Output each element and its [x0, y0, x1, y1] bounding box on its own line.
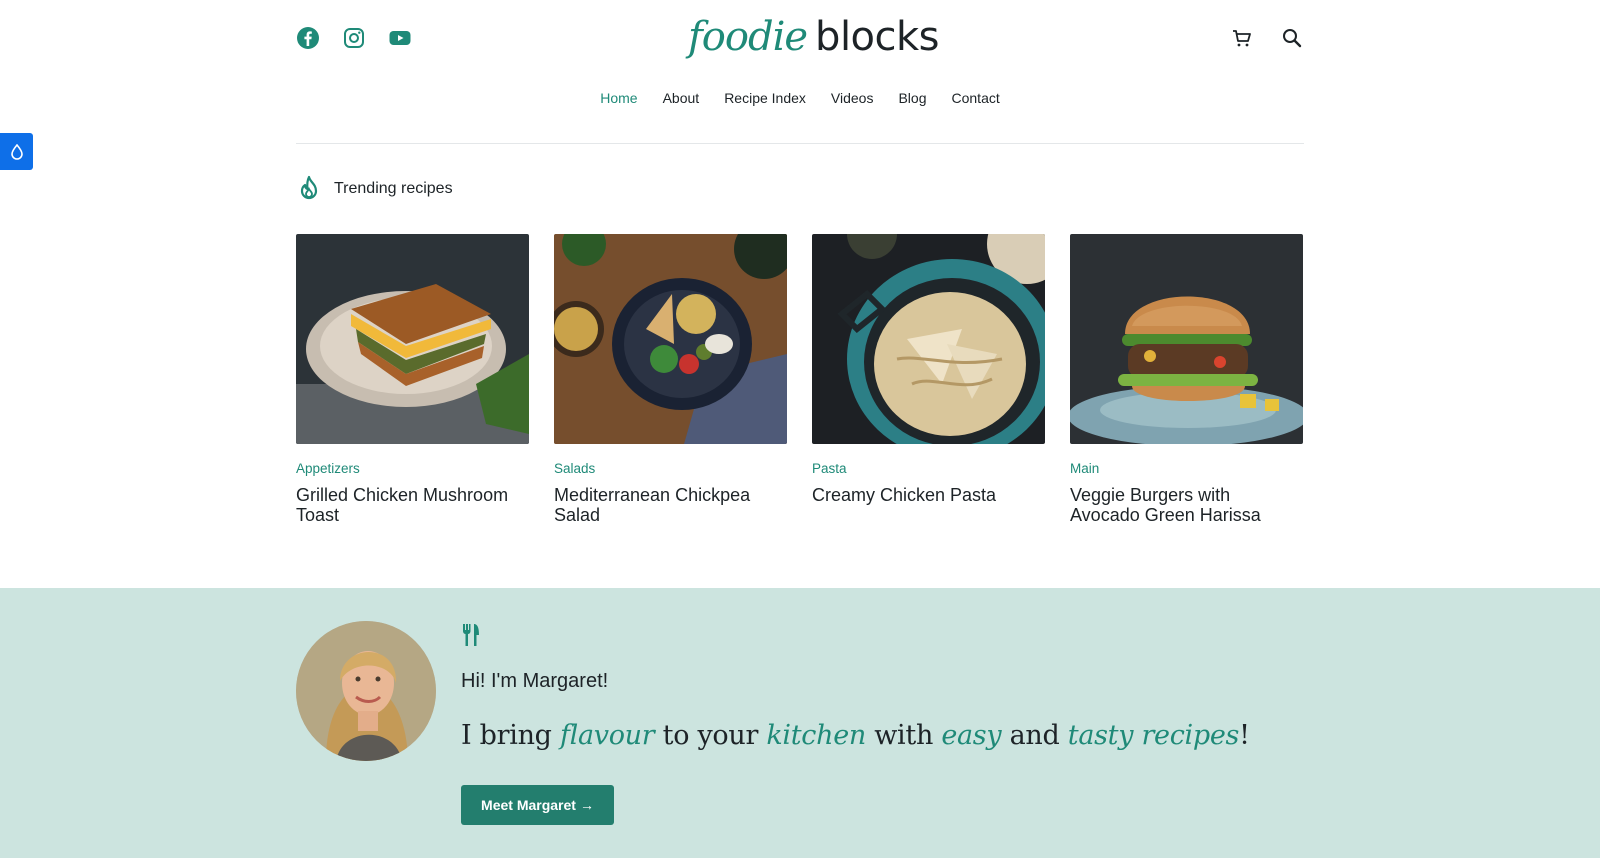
- recipe-category[interactable]: Pasta: [812, 461, 1045, 476]
- recipe-title[interactable]: Grilled Chicken Mushroom Toast: [296, 485, 529, 525]
- about-content: Hi! I'm Margaret! I bring flavour to you…: [296, 588, 1304, 858]
- greeting: Hi! I'm Margaret!: [461, 670, 609, 692]
- tagline-text: !: [1239, 720, 1250, 751]
- tagline-highlight: tasty recipes: [1067, 720, 1240, 751]
- recipe-title[interactable]: Mediterranean Chickpea Salad: [554, 485, 787, 525]
- tagline-highlight: easy: [941, 720, 1002, 751]
- tagline-text: with: [865, 720, 942, 751]
- recipe-category[interactable]: Salads: [554, 461, 787, 476]
- floating-side-tab[interactable]: [0, 133, 33, 170]
- tagline-text: and: [1001, 720, 1068, 751]
- tagline: I bring flavour to your kitchen with eas…: [461, 720, 1250, 751]
- about-band: Hi! I'm Margaret! I bring flavour to you…: [0, 588, 1600, 858]
- recipe-cards: Appetizers Grilled Chicken Mushroom Toas…: [296, 234, 1303, 525]
- fork-knife-icon: [462, 624, 479, 646]
- droplet-icon: [10, 143, 23, 160]
- recipe-title[interactable]: Creamy Chicken Pasta: [812, 485, 1045, 505]
- recipe-category[interactable]: Appetizers: [296, 461, 529, 476]
- tagline-text: to your: [654, 720, 767, 751]
- trending-title: Trending recipes: [334, 180, 453, 197]
- arrow-right-icon: →: [579, 797, 594, 813]
- veggie-burger-photo[interactable]: [1070, 234, 1303, 444]
- flame-icon: [300, 175, 318, 200]
- recipe-card[interactable]: Salads Mediterranean Chickpea Salad: [554, 234, 787, 525]
- meet-margaret-button[interactable]: Meet Margaret →: [461, 785, 614, 825]
- recipe-title[interactable]: Veggie Burgers with Avocado Green Hariss…: [1070, 485, 1303, 525]
- recipe-category[interactable]: Main: [1070, 461, 1303, 476]
- recipe-card[interactable]: Appetizers Grilled Chicken Mushroom Toas…: [296, 234, 529, 525]
- cta-label: Meet Margaret: [481, 797, 576, 813]
- avatar: [296, 621, 436, 761]
- creamy-pasta-photo[interactable]: [812, 234, 1045, 444]
- grilled-sandwich-photo[interactable]: [296, 234, 529, 444]
- tagline-highlight: kitchen: [766, 720, 866, 751]
- recipe-card[interactable]: Main Veggie Burgers with Avocado Green H…: [1070, 234, 1303, 525]
- chickpea-salad-photo[interactable]: [554, 234, 787, 444]
- recipe-card[interactable]: Pasta Creamy Chicken Pasta: [812, 234, 1045, 525]
- tagline-highlight: flavour: [559, 720, 655, 751]
- trending-section: Trending recipes Appetizers Grilled Chic…: [296, 0, 1304, 588]
- tagline-text: I bring: [461, 720, 560, 751]
- trending-heading: Trending recipes: [296, 175, 453, 203]
